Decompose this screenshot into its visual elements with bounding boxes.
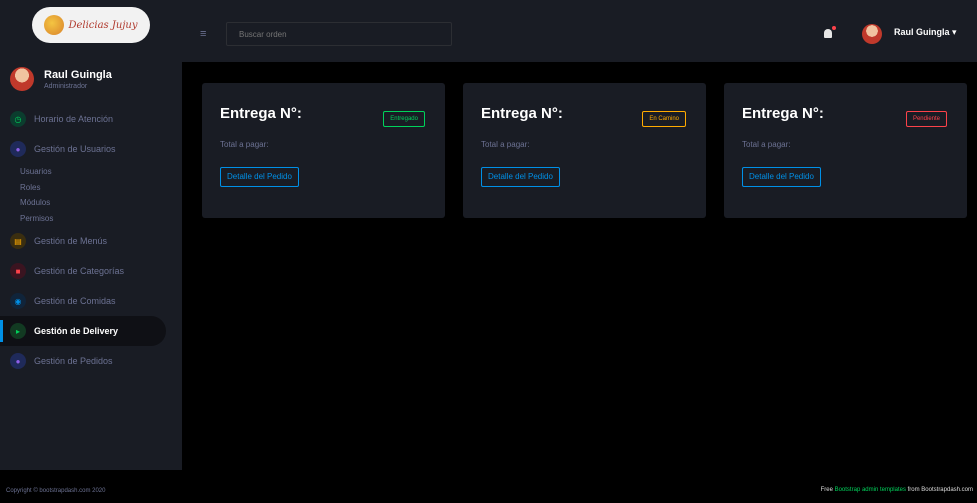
sidebar-item-label: Gestión de Categorías	[34, 266, 125, 276]
sidebar-nav: ◷ Horario de Atención ● Gestión de Usuar…	[0, 104, 182, 376]
footer-copyright: Copyright © bootstrapdash.com 2020	[6, 488, 106, 494]
brand[interactable]: Delicias Jujuy	[0, 0, 182, 50]
status-badge: En Camino	[642, 111, 686, 127]
sidebar-submenu-usuarios: Usuarios Roles Módulos Permisos	[0, 164, 182, 226]
notification-bell-icon[interactable]	[824, 26, 836, 39]
menu-icon: ▤	[10, 233, 26, 249]
logo-mark-icon	[44, 15, 65, 35]
card-total-label: Total a pagar:	[220, 140, 269, 149]
topbar: ≡ Raul Guingla ▾	[182, 0, 977, 62]
sidebar-item-pedidos[interactable]: ● Gestión de Pedidos	[0, 346, 182, 376]
delivery-card: Entrega N°: Pendiente Total a pagar: Det…	[724, 83, 967, 218]
order-detail-button[interactable]: Detalle del Pedido	[481, 167, 560, 187]
footer: Copyright © bootstrapdash.com 2020 Free …	[0, 470, 977, 503]
footer-credit-prefix: Free	[820, 487, 835, 493]
topbar-user-menu[interactable]: Raul Guingla ▾	[894, 27, 957, 38]
footer-credit-suffix: from Bootstrapdash.com	[905, 487, 973, 493]
footer-credit: Free Bootstrap admin templates from Boot…	[821, 487, 973, 493]
sidebar-profile[interactable]: Raul Guingla Administrador	[0, 50, 182, 98]
food-icon: ◉	[10, 293, 26, 309]
status-badge: Entregado	[383, 111, 425, 127]
delivery-icon: ▸	[10, 323, 26, 339]
category-icon: ■	[10, 263, 26, 279]
sidebar-item-label: Gestión de Comidas	[34, 296, 116, 306]
profile-name: Raul Guingla	[44, 68, 112, 81]
sidebar-subitem-roles[interactable]: Roles	[20, 180, 182, 196]
sidebar-item-menus[interactable]: ▤ Gestión de Menús	[0, 226, 182, 256]
delivery-card: Entrega N°: En Camino Total a pagar: Det…	[463, 83, 706, 218]
sidebar-item-usuarios[interactable]: ● Gestión de Usuarios	[0, 134, 182, 164]
app-root: Delicias Jujuy Raul Guingla Administrado…	[0, 0, 977, 503]
sidebar: Delicias Jujuy Raul Guingla Administrado…	[0, 0, 182, 470]
sidebar-subitem-permisos[interactable]: Permisos	[20, 211, 182, 227]
sidebar-item-categorias[interactable]: ■ Gestión de Categorías	[0, 256, 182, 286]
sidebar-subitem-modulos[interactable]: Módulos	[20, 195, 182, 211]
notification-dot	[832, 26, 836, 30]
card-total-label: Total a pagar:	[742, 140, 791, 149]
profile-role: Administrador	[44, 82, 88, 90]
delivery-cards: Entrega N°: Entregado Total a pagar: Det…	[202, 83, 967, 218]
orders-icon: ●	[10, 353, 26, 369]
sidebar-item-comidas[interactable]: ◉ Gestión de Comidas	[0, 286, 182, 316]
sidebar-item-horario[interactable]: ◷ Horario de Atención	[0, 104, 182, 134]
order-detail-button[interactable]: Detalle del Pedido	[742, 167, 821, 187]
menu-toggle-icon[interactable]: ≡	[200, 28, 206, 40]
clock-icon: ◷	[10, 111, 26, 127]
avatar[interactable]	[10, 67, 34, 91]
card-total-label: Total a pagar:	[481, 140, 530, 149]
users-icon: ●	[10, 141, 26, 157]
sidebar-item-label: Gestión de Delivery	[34, 326, 119, 336]
brand-logo-text: Delicias Jujuy	[68, 19, 138, 31]
sidebar-item-label: Horario de Atención	[34, 114, 114, 124]
sidebar-item-label: Gestión de Pedidos	[34, 356, 113, 366]
sidebar-item-label: Gestión de Usuarios	[34, 144, 116, 154]
sidebar-item-label: Gestión de Menús	[34, 236, 108, 246]
sidebar-item-delivery[interactable]: ▸ Gestión de Delivery	[0, 316, 166, 346]
brand-logo[interactable]: Delicias Jujuy	[32, 7, 150, 43]
footer-credit-link[interactable]: Bootstrap admin templates	[835, 487, 906, 493]
sidebar-subitem-usuarios[interactable]: Usuarios	[20, 164, 182, 180]
profile-text: Raul Guingla Administrador	[44, 69, 112, 90]
topbar-avatar[interactable]	[862, 24, 882, 44]
status-badge: Pendiente	[905, 111, 947, 127]
delivery-card: Entrega N°: Entregado Total a pagar: Det…	[202, 83, 445, 218]
order-detail-button[interactable]: Detalle del Pedido	[220, 167, 299, 187]
bell-shape	[824, 29, 832, 38]
search-input[interactable]	[226, 22, 452, 46]
